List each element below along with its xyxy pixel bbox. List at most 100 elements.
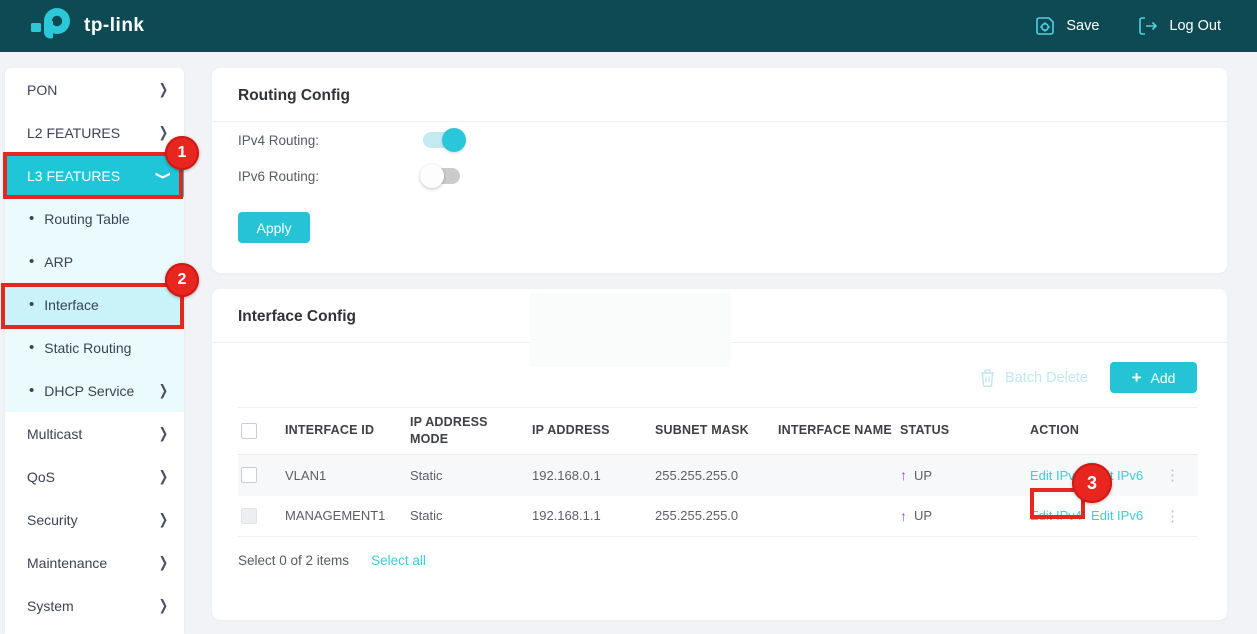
sidebar-item-label: QoS (27, 469, 55, 485)
cell-subnet-mask: 255.255.255.0 (655, 508, 778, 523)
row-checkbox-disabled[interactable] (241, 508, 257, 524)
ipv4-routing-label: IPv4 Routing: (238, 133, 423, 148)
top-header-bar: tp-link Save Log Out (0, 0, 1257, 52)
trash-icon (979, 368, 996, 387)
sidebar-item-system[interactable]: System ❯ (5, 584, 184, 627)
sidebar-item-label: Security (27, 512, 78, 528)
cell-subnet-mask: 255.255.255.0 (655, 468, 778, 483)
bullet-icon: • (29, 340, 34, 355)
sidebar-item-qos[interactable]: QoS ❯ (5, 455, 184, 498)
sidebar-item-routing-table[interactable]: • Routing Table (5, 197, 184, 240)
routing-config-card: Routing Config IPv4 Routing: IPv6 Routin… (212, 68, 1227, 273)
sidebar-item-label: Static Routing (44, 340, 131, 356)
select-all-checkbox[interactable] (241, 423, 257, 439)
sidebar-item-dhcp-service[interactable]: • DHCP Service ❯ (5, 369, 184, 412)
sidebar-item-l3-features[interactable]: L3 FEATURES ❯ (5, 154, 184, 197)
chevron-right-icon: ❯ (159, 425, 168, 442)
cell-interface-id: MANAGEMENT1 (285, 508, 410, 523)
cell-ip-address-mode: Static (410, 508, 532, 523)
status-value: UP (914, 468, 932, 483)
sidebar-item-label: System (27, 598, 74, 614)
chevron-right-icon: ❯ (159, 597, 168, 614)
save-icon (1034, 15, 1056, 37)
column-header-ip-address: IP ADDRESS (532, 416, 655, 445)
sidebar-item-label: Maintenance (27, 555, 107, 571)
table-row-management1: MANAGEMENT1 Static 192.168.1.1 255.255.2… (238, 496, 1198, 537)
cell-ip-address-mode: Static (410, 468, 532, 483)
edit-ipv4-link[interactable]: Edit IPv4 (1030, 508, 1082, 523)
save-button[interactable]: Save (1034, 15, 1099, 37)
column-header-interface-id: INTERFACE ID (285, 416, 410, 445)
sidebar-item-label: DHCP Service (44, 383, 134, 399)
toggle-knob (442, 128, 466, 152)
edit-ipv6-link[interactable]: Edit IPv6 (1091, 508, 1143, 523)
cell-interface-id: VLAN1 (285, 468, 410, 483)
interface-config-card: Interface Config Batch Delete + Add INTE… (212, 289, 1227, 620)
sidebar-item-arp[interactable]: • ARP (5, 240, 184, 283)
batch-delete-button[interactable]: Batch Delete (979, 368, 1088, 387)
sidebar-item-label: L3 FEATURES (27, 168, 120, 184)
sidebar-item-multicast[interactable]: Multicast ❯ (5, 412, 184, 455)
chevron-right-icon: ❯ (159, 511, 168, 528)
status-value: UP (914, 508, 932, 523)
sidebar-item-maintenance[interactable]: Maintenance ❯ (5, 541, 184, 584)
column-header-interface-name: INTERFACE NAME (778, 416, 900, 445)
sidebar-item-pon[interactable]: PON ❯ (5, 68, 184, 111)
edit-ipv4-link[interactable]: Edit IPv4 (1030, 468, 1082, 483)
row-checkbox[interactable] (241, 467, 257, 483)
chevron-right-icon: ❯ (159, 124, 168, 141)
add-label: Add (1151, 370, 1176, 386)
chevron-right-icon: ❯ (159, 382, 168, 399)
sidebar-item-label: L2 FEATURES (27, 125, 120, 141)
ipv6-routing-toggle[interactable] (423, 168, 460, 184)
sidebar-item-label: PON (27, 82, 57, 98)
bullet-icon: • (29, 297, 34, 312)
ipv4-routing-toggle[interactable] (423, 132, 463, 148)
batch-delete-label: Batch Delete (1005, 370, 1088, 386)
sidebar-item-label: Interface (44, 297, 98, 313)
edit-ipv6-link[interactable]: Edit IPv6 (1091, 468, 1143, 483)
plus-icon: + (1132, 369, 1142, 386)
sidebar-item-static-routing[interactable]: • Static Routing (5, 326, 184, 369)
table-header-row: INTERFACE ID IP ADDRESS MODE IP ADDRESS … (238, 407, 1198, 455)
sidebar-item-label: ARP (44, 254, 73, 270)
table-row-vlan1: VLAN1 Static 192.168.0.1 255.255.255.0 ↑… (238, 455, 1198, 496)
chevron-right-icon: ❯ (159, 81, 168, 98)
routing-config-title: Routing Config (212, 68, 1227, 121)
interface-config-title: Interface Config (212, 289, 1227, 342)
add-button[interactable]: + Add (1110, 362, 1197, 393)
status-up-arrow-icon: ↑ (900, 467, 907, 483)
apply-button[interactable]: Apply (238, 212, 310, 243)
brand-name: tp-link (84, 15, 145, 37)
row-more-menu-icon[interactable]: ⋮ (1165, 466, 1180, 484)
sidebar-item-label: Multicast (27, 426, 82, 442)
column-header-ip-address-mode: IP ADDRESS MODE (410, 408, 532, 454)
column-header-subnet-mask: SUBNET MASK (655, 416, 778, 445)
column-header-action: ACTION (1030, 416, 1198, 445)
interface-table: INTERFACE ID IP ADDRESS MODE IP ADDRESS … (238, 407, 1198, 537)
bullet-icon: • (29, 254, 34, 269)
sidebar-item-l2-features[interactable]: L2 FEATURES ❯ (5, 111, 184, 154)
tp-link-logo-icon (30, 6, 74, 46)
row-more-menu-icon[interactable]: ⋮ (1165, 507, 1180, 525)
logout-icon (1137, 15, 1159, 37)
chevron-down-icon: ❯ (155, 171, 172, 180)
sidebar-item-interface[interactable]: • Interface (5, 283, 184, 326)
sidebar-item-security[interactable]: Security ❯ (5, 498, 184, 541)
cell-ip-address: 192.168.1.1 (532, 508, 655, 523)
status-up-arrow-icon: ↑ (900, 508, 907, 524)
logout-button[interactable]: Log Out (1137, 15, 1221, 37)
save-label: Save (1066, 18, 1099, 34)
logout-label: Log Out (1169, 18, 1221, 34)
bullet-icon: • (29, 211, 34, 226)
chevron-right-icon: ❯ (159, 554, 168, 571)
sidebar-item-label: Routing Table (44, 211, 129, 227)
sidebar-nav: PON ❯ L2 FEATURES ❯ L3 FEATURES ❯ • Rout… (5, 68, 184, 634)
l3-features-submenu: • Routing Table • ARP • Interface • Stat… (5, 197, 184, 412)
cell-ip-address: 192.168.0.1 (532, 468, 655, 483)
select-all-link[interactable]: Select all (371, 553, 426, 568)
chevron-right-icon: ❯ (159, 468, 168, 485)
selection-count-text: Select 0 of 2 items (238, 553, 349, 568)
toggle-knob (420, 164, 444, 188)
tp-link-logo: tp-link (30, 6, 145, 46)
